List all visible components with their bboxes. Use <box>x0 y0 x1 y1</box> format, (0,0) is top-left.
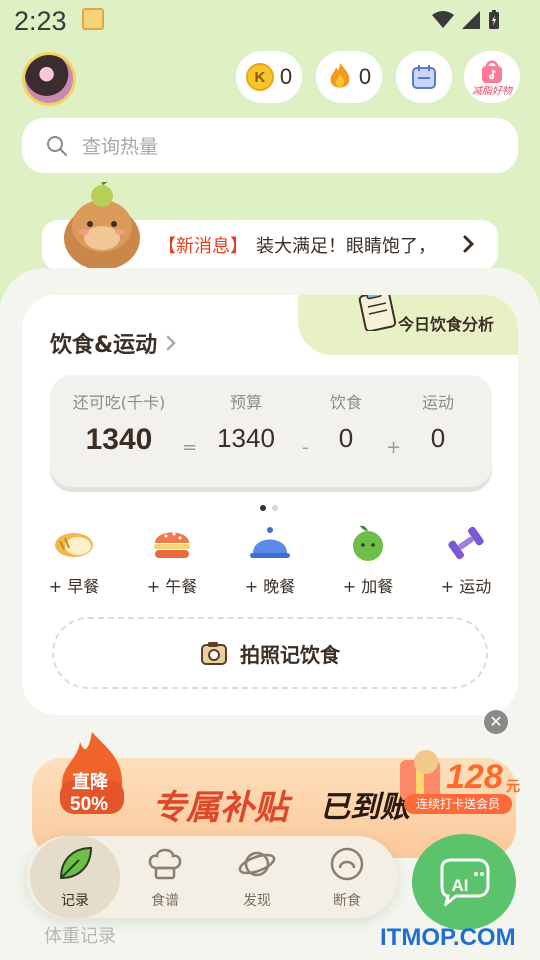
daily-analysis-label: 今日饮食分析 <box>397 315 494 334</box>
chevron-right-icon <box>166 335 176 351</box>
nav-fasting[interactable]: 断食 <box>304 836 390 918</box>
equals-sign: = <box>182 437 198 458</box>
capybara-mascot-icon <box>64 182 140 268</box>
calendar-button[interactable] <box>396 51 452 103</box>
promo-title-left: 专属补贴 <box>152 788 288 828</box>
chevron-right-icon <box>463 235 475 253</box>
remaining-label: 还可吃(千卡) <box>72 393 166 412</box>
shop-label: 减脂好物 <box>472 85 512 97</box>
coin-icon: K <box>245 63 274 91</box>
diet-card-title[interactable]: 饮食&运动 <box>50 327 177 359</box>
shop-button[interactable]: 减脂好物 <box>464 51 520 103</box>
diet-card-title-text: 饮食&运动 <box>50 333 158 358</box>
add-exercise-label: + 运动 <box>440 577 492 596</box>
streak-count: 0 <box>358 64 372 89</box>
ai-assistant-button[interactable]: AI <box>412 834 516 930</box>
add-snack-label: + 加餐 <box>342 577 394 596</box>
nav-fasting-label: 断食 <box>333 893 361 909</box>
news-text: 装大满足！眼睛饱了， <box>256 236 436 257</box>
search-input[interactable]: 查询热量 <box>22 118 518 173</box>
battery-icon <box>489 10 499 29</box>
site-watermark: ITMOP.COM <box>380 924 516 951</box>
add-breakfast-label: + 早餐 <box>48 577 100 596</box>
search-placeholder: 查询热量 <box>82 136 159 158</box>
exercise-column: 运动 0 <box>410 389 466 454</box>
nav-record[interactable]: 记录 <box>30 836 120 918</box>
nav-recipes-label: 食谱 <box>151 893 179 909</box>
remaining-column: 还可吃(千卡) 1340 <box>64 389 174 457</box>
close-promo-button[interactable]: ✕ <box>484 710 508 734</box>
camera-icon <box>201 642 227 665</box>
nav-discover[interactable]: 发现 <box>214 836 300 918</box>
add-dinner-button[interactable]: + 晚餐 <box>230 523 310 597</box>
add-breakfast-button[interactable]: + 早餐 <box>34 523 114 597</box>
plus-sign: + <box>386 437 402 458</box>
user-avatar[interactable] <box>22 52 76 106</box>
burger-icon <box>154 532 190 558</box>
status-time: 2:23 <box>14 6 67 36</box>
add-dinner-label: + 晚餐 <box>244 577 296 596</box>
status-bar: 2:23 <box>0 0 540 44</box>
exercise-label: 运动 <box>421 393 454 412</box>
streak-button[interactable]: 0 <box>316 51 382 103</box>
clipboard-icon <box>358 295 397 331</box>
coin-count: 0 <box>279 64 293 89</box>
nav-record-label: 记录 <box>61 893 89 909</box>
promo-price-sub: 连续打卡送会员 <box>404 794 512 814</box>
food-column: 饮食 0 <box>320 389 372 454</box>
ai-label: AI <box>451 876 469 895</box>
add-lunch-button[interactable]: + 午餐 <box>132 523 212 597</box>
diet-exercise-card: 饮食&运动 今日饮食分析 还可吃(千卡) 1340 = 预算 1340 - 饮食… <box>22 295 518 715</box>
news-tag: 【新消息】 <box>158 236 248 257</box>
nav-recipes[interactable]: 食谱 <box>122 836 208 918</box>
nav-discover-label: 发现 <box>243 893 271 909</box>
page-dot <box>272 505 278 511</box>
remaining-value: 1340 <box>85 423 153 456</box>
cloche-icon <box>250 527 290 558</box>
minus-sign: - <box>302 437 309 458</box>
chef-hat-icon <box>148 848 182 880</box>
discount-label: 直降 <box>72 772 108 793</box>
discount-value: 50% <box>70 794 109 815</box>
food-label: 饮食 <box>329 393 362 412</box>
calendar-icon <box>412 65 436 89</box>
status-icons <box>432 10 500 30</box>
exercise-value: 0 <box>430 423 446 453</box>
budget-value: 1340 <box>217 423 275 453</box>
food-value: 0 <box>338 423 354 453</box>
page-indicator <box>260 505 278 511</box>
budget-column: 预算 1340 <box>206 389 286 454</box>
coin-balance-button[interactable]: K 0 <box>236 51 302 103</box>
promo-price: 128 <box>446 758 503 796</box>
leaf-icon <box>59 846 93 880</box>
photo-log-label: 拍照记饮食 <box>240 642 340 667</box>
photo-log-button[interactable]: 拍照记饮食 <box>52 617 488 689</box>
shopping-bag-icon <box>482 60 502 83</box>
flame-icon <box>330 63 350 88</box>
notification-thumbnail-icon <box>82 8 104 30</box>
search-icon <box>47 135 67 156</box>
signal-icon <box>462 11 480 29</box>
planet-icon <box>238 851 276 877</box>
dumbbell-icon <box>448 526 484 560</box>
add-lunch-label: + 午餐 <box>146 577 198 596</box>
bread-icon <box>55 533 93 557</box>
weight-record-section-title: 体重记录 <box>44 926 116 947</box>
calorie-summary[interactable]: 还可吃(千卡) 1340 = 预算 1340 - 饮食 0 + 运动 0 <box>50 375 492 487</box>
wifi-icon <box>432 11 454 28</box>
daily-analysis-button[interactable]: 今日饮食分析 <box>398 311 494 335</box>
budget-label: 预算 <box>229 393 262 412</box>
fasting-timer-icon <box>330 847 364 881</box>
page-dot-active <box>260 505 266 511</box>
apple-icon <box>353 525 383 561</box>
bottom-nav: 记录 食谱 发现 断食 <box>26 836 398 918</box>
promo-price-unit: 元 <box>506 779 520 795</box>
add-snack-button[interactable]: + 加餐 <box>328 523 408 597</box>
add-exercise-button[interactable]: + 运动 <box>426 523 506 597</box>
meal-shortcuts: + 早餐 + 午餐 + 晚餐 + 加餐 + 运动 <box>22 523 518 603</box>
